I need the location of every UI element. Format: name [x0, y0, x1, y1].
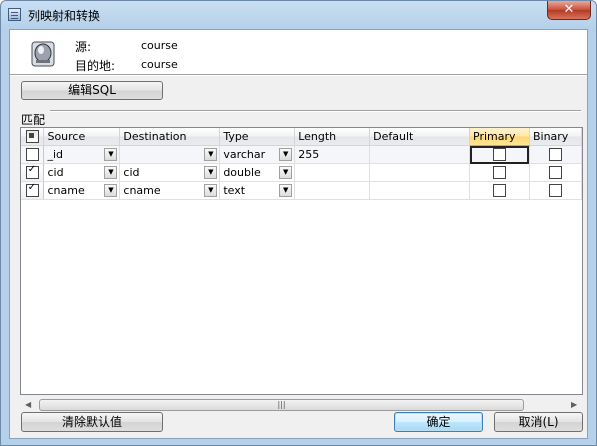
grid-header-row: Source Destination Type Length Default P…	[21, 128, 582, 146]
column-header-binary[interactable]: Binary	[529, 128, 582, 146]
chevron-down-icon[interactable]: ▼	[204, 166, 218, 179]
length-cell[interactable]: 255	[294, 145, 371, 164]
binary-cell[interactable]	[529, 145, 582, 164]
column-header-source[interactable]: Source	[43, 128, 121, 146]
primary-checkbox[interactable]	[492, 184, 506, 198]
destination-cell[interactable]: cid ▼	[119, 163, 221, 182]
type-cell[interactable]: varchar ▼	[219, 145, 296, 164]
mapping-label: 匹配	[21, 113, 46, 127]
ok-button[interactable]: 确定	[394, 412, 483, 432]
source-cell[interactable]: cname ▼	[43, 181, 121, 200]
column-header-primary[interactable]: Primary	[469, 128, 530, 146]
row-include-cell[interactable]	[21, 145, 45, 164]
source-cell[interactable]: _id ▼	[43, 145, 121, 164]
mapping-grid[interactable]: Source Destination Type Length Default P…	[20, 127, 583, 395]
dialog-window: 列映射和转换 ✕ 源: course 目的地: course 编辑SQL 匹配	[0, 0, 597, 446]
cancel-button[interactable]: 取消(L)	[494, 412, 583, 432]
table-icon	[8, 8, 21, 21]
destination-cell[interactable]: ▼	[119, 145, 221, 164]
primary-cell[interactable]	[469, 145, 530, 164]
primary-checkbox[interactable]	[492, 166, 506, 180]
row-include-cell[interactable]: ✓	[21, 163, 45, 182]
database-icon	[31, 41, 55, 67]
chevron-down-icon[interactable]: ▼	[104, 184, 118, 197]
default-cell[interactable]	[369, 181, 470, 200]
clear-defaults-button[interactable]: 清除默认值	[21, 412, 163, 432]
source-cell[interactable]: cid ▼	[43, 163, 121, 182]
column-header-length[interactable]: Length	[294, 128, 371, 146]
source-label: 源:	[75, 40, 92, 54]
chevron-down-icon[interactable]: ▼	[204, 184, 218, 197]
checkmark-icon: ✓	[27, 182, 37, 194]
binary-cell[interactable]	[529, 181, 582, 200]
row-include-cell[interactable]: ✓	[21, 181, 45, 200]
type-cell[interactable]: text ▼	[219, 181, 296, 200]
column-header-type[interactable]: Type	[219, 128, 296, 146]
select-all-checkbox[interactable]	[25, 130, 39, 144]
destination-value: course	[141, 58, 178, 71]
length-cell[interactable]	[294, 181, 371, 200]
dialog-client: 源: course 目的地: course 编辑SQL 匹配 Source De…	[9, 29, 588, 439]
row-include-checkbox[interactable]: ✓	[25, 164, 39, 180]
primary-cell[interactable]	[469, 181, 530, 200]
primary-cell[interactable]	[469, 163, 530, 182]
column-header-default[interactable]: Default	[369, 128, 470, 146]
type-cell[interactable]: double ▼	[219, 163, 296, 182]
binary-cell[interactable]	[529, 163, 582, 182]
primary-checkbox[interactable]	[492, 148, 506, 162]
header-divider	[10, 74, 587, 76]
row-include-checkbox[interactable]: ✓	[25, 182, 39, 198]
default-cell[interactable]	[369, 145, 470, 164]
chevron-down-icon[interactable]: ▼	[104, 148, 118, 161]
source-value: course	[141, 39, 178, 52]
table-row[interactable]: ✓ cname ▼ cname ▼ text ▼	[21, 181, 582, 200]
chevron-down-icon[interactable]: ▼	[279, 166, 293, 179]
mapping-divider	[50, 110, 581, 112]
chevron-down-icon[interactable]: ▼	[279, 148, 293, 161]
scroll-right-icon[interactable]: ▶	[571, 400, 577, 409]
destination-cell[interactable]: cname ▼	[119, 181, 221, 200]
table-row[interactable]: _id ▼ ▼ varchar ▼ 255	[21, 145, 582, 164]
column-header-destination[interactable]: Destination	[119, 128, 221, 146]
row-include-checkbox[interactable]	[25, 148, 39, 162]
header-panel: 源: course 目的地: course	[10, 30, 587, 74]
table-row[interactable]: ✓ cid ▼ cid ▼ double ▼	[21, 163, 582, 182]
binary-checkbox[interactable]	[548, 184, 562, 198]
scrollbar-thumb[interactable]: |||	[39, 399, 524, 411]
chevron-down-icon[interactable]: ▼	[279, 184, 293, 197]
length-cell[interactable]	[294, 163, 371, 182]
chevron-down-icon[interactable]: ▼	[204, 148, 218, 161]
destination-label: 目的地:	[75, 59, 116, 73]
default-cell[interactable]	[369, 163, 470, 182]
checkmark-icon: ✓	[27, 164, 37, 176]
title-bar[interactable]: 列映射和转换 ✕	[1, 1, 596, 29]
mapping-table: Source Destination Type Length Default P…	[21, 128, 582, 200]
scroll-left-icon[interactable]: ◀	[25, 400, 31, 409]
window-title: 列映射和转换	[28, 9, 101, 23]
close-button[interactable]: ✕	[547, 1, 591, 20]
select-all-header[interactable]	[21, 128, 45, 146]
binary-checkbox[interactable]	[548, 148, 562, 162]
chevron-down-icon[interactable]: ▼	[104, 166, 118, 179]
binary-checkbox[interactable]	[548, 166, 562, 180]
edit-sql-button[interactable]: 编辑SQL	[21, 81, 163, 100]
